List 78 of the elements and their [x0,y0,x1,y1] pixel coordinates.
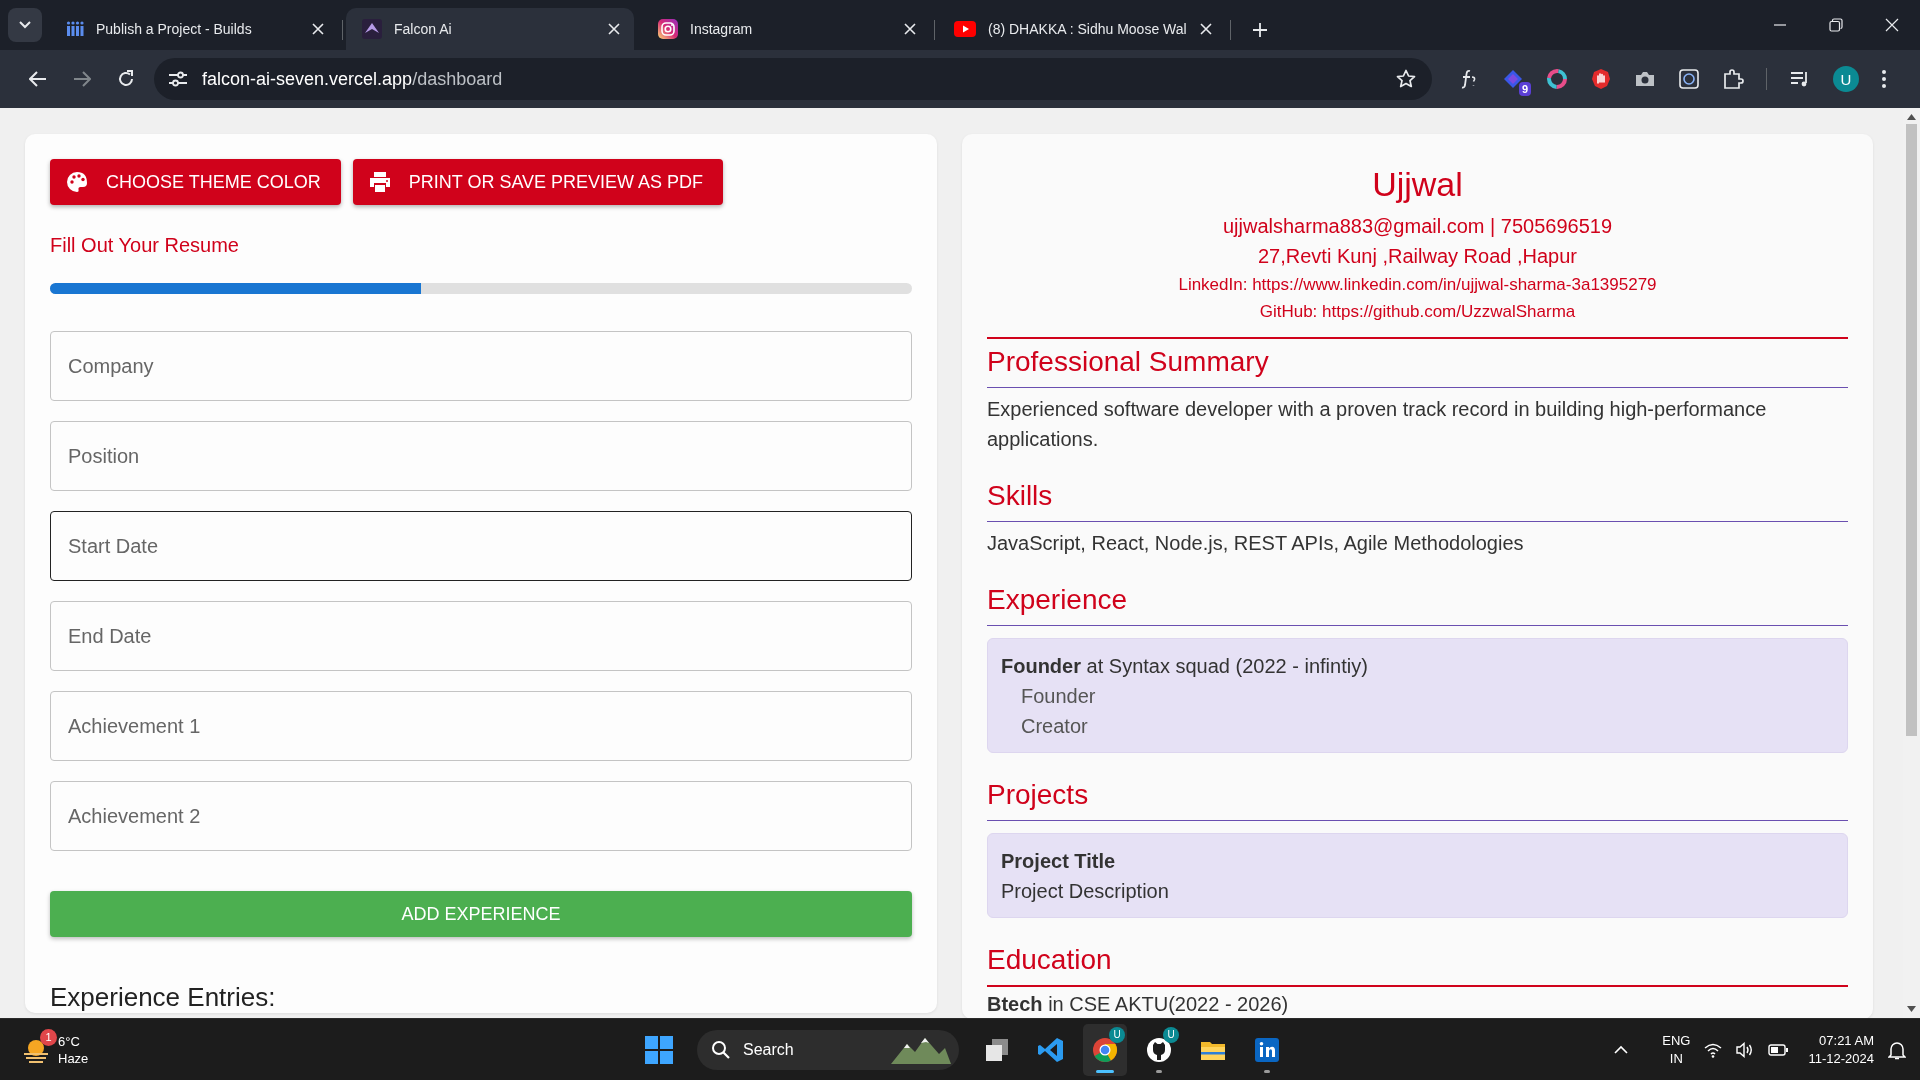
back-icon[interactable] [29,71,47,87]
taskbar-app[interactable]: U [1137,1023,1181,1076]
temperature-text: 6°C [58,1032,81,1050]
windows-logo-icon [645,1035,673,1064]
bell-icon[interactable] [1888,1039,1906,1060]
achievement-text: Founder [1021,685,1096,707]
site-settings-icon[interactable] [168,70,188,88]
theme-color-button[interactable]: CHOOSE THEME COLOR [50,159,341,205]
people-grid-icon [66,20,84,38]
section-heading: Projects [987,779,1089,810]
restore-icon[interactable] [1829,18,1843,32]
printer-icon [368,172,391,192]
stop-hand-icon[interactable] [1590,68,1612,90]
notification-badge: 1 [40,1028,57,1046]
scroll-up-icon[interactable] [1907,114,1916,120]
scroll-down-icon[interactable] [1907,1006,1916,1012]
input-field[interactable]: Start Date [50,511,912,581]
resume-name: Ujjwal [1371,164,1464,205]
scrollbar-thumb[interactable] [1906,124,1917,736]
falcon-logo-icon [362,19,382,39]
close-icon[interactable] [1200,23,1212,35]
section-heading: Professional Summary [987,346,1269,377]
diamond-icon[interactable] [1502,68,1524,90]
profile-link[interactable]: LinkedIn: https://www.linkedin.com/in/ujjwal-sharma-3a1395279 [1178,275,1657,294]
battery-icon[interactable] [1768,1043,1789,1056]
search-icon [711,1039,731,1060]
chevron-up-icon[interactable] [1614,1045,1629,1054]
clock-time[interactable]: 07:21 AM [1808,1031,1874,1050]
region-indicator[interactable]: IN [1662,1049,1691,1068]
address-bar[interactable]: falcon-ai-seven.vercel.app/dashboard [154,58,1432,100]
taskbar-app[interactable]: U [1083,1023,1127,1076]
close-icon[interactable] [312,23,324,35]
extension-badge: 9 [1518,82,1531,96]
puzzle-icon[interactable] [1722,68,1744,90]
section-heading: Experience [987,584,1128,615]
reload-icon[interactable] [117,70,135,88]
color-ring-icon[interactable] [1546,68,1568,90]
palette-icon [66,171,88,193]
browser-tab[interactable]: Falcon Ai [346,8,634,50]
chevron-down-icon [19,21,31,29]
chip-icon[interactable] [1678,68,1700,90]
app-badge: U [1163,1026,1179,1043]
search-field[interactable]: Search [697,1029,959,1070]
app-badge: U [1109,1026,1125,1043]
profile-avatar[interactable]: U [1833,66,1859,92]
tab-search-button[interactable] [8,8,42,42]
close-icon[interactable] [1885,18,1899,32]
project-description: Project Description [1001,880,1169,902]
star-icon[interactable] [1396,69,1416,89]
profile-link[interactable]: GitHub: https://github.com/UzzwalSharma [1259,302,1576,321]
weather-condition: Haze [58,1049,89,1067]
section-heading: Education [987,944,1112,975]
section-heading: Skills [987,480,1053,511]
camera-icon[interactable] [1634,69,1656,89]
education-line: Btech in CSE AKTU(2022 - 2026) [987,993,1289,1015]
menu-icon[interactable] [1881,69,1887,89]
linkedin-logo-icon [1253,1035,1281,1064]
play-icon [954,21,976,37]
form-heading: Fill Out Your Resume [50,233,240,257]
contact-line: 27,Revti Kunj ,Railway Road ,Hapur [1257,245,1577,267]
wifi-icon[interactable] [1704,1041,1723,1058]
code-editor-icon [1037,1035,1065,1064]
print-button[interactable]: PRINT OR SAVE PREVIEW AS PDF [352,159,724,205]
achievement-text: Creator [1021,715,1088,737]
section-heading: Experience Entries: [50,982,277,1013]
close-icon[interactable] [904,23,916,35]
section-text: Experienced software developer with a proven track record in building high-performance applications. [987,397,1768,452]
volume-icon[interactable] [1736,1041,1755,1058]
language-indicator[interactable]: ENG [1662,1031,1691,1050]
forward-icon[interactable] [73,71,91,87]
new-tab-icon[interactable] [1252,22,1268,38]
clock-date[interactable]: 11-12-2024 [1808,1049,1874,1068]
close-icon[interactable] [608,23,620,35]
section-text: JavaScript, React, Node.js, REST APIs, Agile Methodologies [987,531,1525,556]
camera-icon [658,19,678,39]
project-title: Project Title [1001,850,1116,872]
contact-line: ujjwalsharma883@gmail.com | 7505696519 [1222,215,1613,237]
experience-headline: Founder at Syntax squad (2022 - infintiy) [1001,654,1369,679]
